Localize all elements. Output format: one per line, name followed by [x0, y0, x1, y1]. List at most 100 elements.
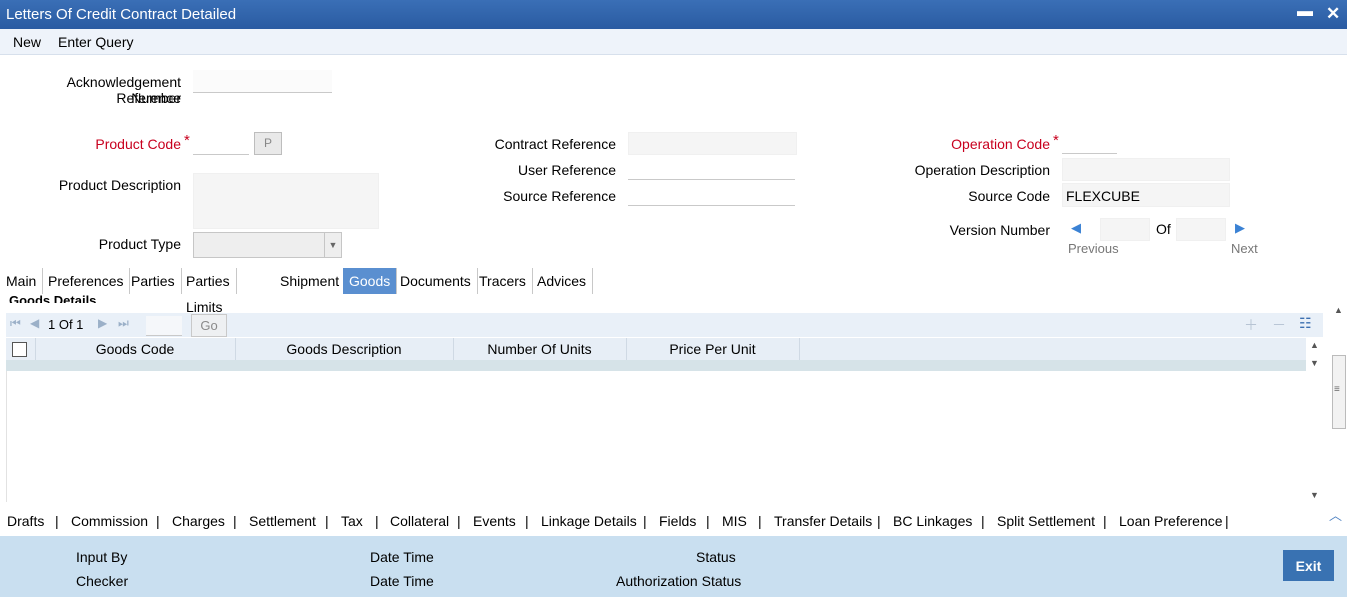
link-bc-linkages[interactable]: BC Linkages	[893, 513, 972, 529]
tab-preferences[interactable]: Preferences	[42, 268, 131, 294]
scroll-down-icon[interactable]: ▼	[1310, 358, 1319, 368]
link-fields[interactable]: Fields	[659, 513, 696, 529]
product-code-label: Product Code	[95, 136, 181, 152]
product-code-lov-button[interactable]: P	[254, 132, 282, 155]
exit-button[interactable]: Exit	[1283, 550, 1334, 581]
go-button[interactable]: Go	[191, 314, 227, 337]
link-settlement[interactable]: Settlement	[249, 513, 316, 529]
bottom-links-bar: Drafts | Commission | Charges | Settleme…	[0, 503, 1347, 536]
contract-reference-input[interactable]	[628, 132, 797, 155]
link-separator: |	[375, 513, 379, 529]
grid-scrollbar[interactable]: ▲ ▼ ▼	[1307, 338, 1323, 503]
tab-shipment[interactable]: Shipment	[274, 268, 347, 294]
operation-code-label: Operation Code	[951, 136, 1050, 152]
date-time-label: Date Time	[370, 549, 434, 565]
toolbar: New Enter Query	[0, 29, 1347, 55]
previous-arrow-icon[interactable]: ◀	[1071, 220, 1081, 236]
tab-advices[interactable]: Advices	[531, 268, 594, 294]
ack-ref-input[interactable]	[193, 70, 332, 93]
link-linkage-details[interactable]: Linkage Details	[541, 513, 637, 529]
link-loan-preference[interactable]: Loan Preference	[1119, 513, 1223, 529]
first-page-icon[interactable]: ⏮	[10, 316, 21, 331]
link-separator: |	[1225, 513, 1229, 529]
link-drafts[interactable]: Drafts	[7, 513, 44, 529]
link-commission[interactable]: Commission	[71, 513, 148, 529]
source-reference-input[interactable]	[628, 184, 795, 206]
link-separator: |	[325, 513, 329, 529]
checker-label: Checker	[76, 573, 129, 589]
add-row-icon[interactable]: ＋	[1244, 315, 1258, 335]
title-bar: Letters Of Credit Contract Detailed ▬ ✕	[0, 0, 1347, 29]
tab-main[interactable]: Main	[0, 268, 44, 294]
product-type-select[interactable]: ▼	[193, 232, 342, 258]
version-of-label: Of	[1156, 221, 1171, 237]
col-goods-description[interactable]: Goods Description	[235, 341, 453, 357]
scroll-up-icon[interactable]: ▲	[1334, 305, 1343, 315]
link-separator: |	[525, 513, 529, 529]
collapse-up-icon[interactable]: ︿	[1329, 505, 1342, 524]
operation-description-label: Operation Description	[914, 162, 1050, 178]
goods-grid-body	[6, 371, 1324, 502]
tab-tracers[interactable]: Tracers	[473, 268, 533, 294]
link-separator: |	[156, 513, 160, 529]
window-title: Letters Of Credit Contract Detailed	[6, 6, 237, 23]
product-description-label: Product Description	[58, 177, 181, 193]
scroll-down-icon[interactable]: ▼	[1310, 490, 1319, 500]
contract-reference-label: Contract Reference	[494, 136, 616, 152]
link-separator: |	[55, 513, 59, 529]
source-code-value: FLEXCUBE	[1066, 188, 1140, 204]
page-scrollbar[interactable]: ▲ ≡	[1329, 303, 1347, 503]
tab-parties-limits[interactable]: Parties Limits	[180, 268, 237, 315]
page-number-input[interactable]	[146, 316, 182, 336]
link-separator: |	[758, 513, 762, 529]
tab-documents[interactable]: Documents	[394, 268, 478, 294]
previous-label[interactable]: Previous	[1068, 241, 1119, 256]
enter-query-button[interactable]: Enter Query	[58, 34, 133, 50]
product-type-label: Product Type	[98, 236, 181, 252]
next-page-icon[interactable]: ▶	[98, 316, 107, 330]
ack-ref-label-line2: Number	[131, 90, 181, 106]
prev-page-icon[interactable]: ◀	[30, 316, 39, 330]
source-code-input[interactable]: FLEXCUBE	[1062, 183, 1230, 207]
link-mis[interactable]: MIS	[722, 513, 747, 529]
version-number-label: Version Number	[949, 222, 1050, 238]
scroll-thumb[interactable]: ≡	[1332, 355, 1346, 429]
link-tax[interactable]: Tax	[341, 513, 363, 529]
last-page-icon[interactable]: ⏭	[118, 316, 129, 331]
next-arrow-icon[interactable]: ▶	[1235, 220, 1245, 236]
close-icon[interactable]: ✕	[1326, 4, 1340, 24]
delete-row-icon[interactable]: －	[1272, 315, 1286, 335]
link-separator: |	[706, 513, 710, 529]
tab-goods[interactable]: Goods	[343, 268, 398, 294]
checker-date-time-label: Date Time	[370, 573, 434, 589]
audit-footer: Input By Checker Date Time Date Time Sta…	[0, 536, 1347, 597]
col-goods-code[interactable]: Goods Code	[35, 341, 235, 357]
product-description-textarea[interactable]	[193, 173, 379, 229]
minimize-icon[interactable]: ▬	[1297, 3, 1313, 21]
link-separator: |	[1103, 513, 1107, 529]
user-reference-input[interactable]	[628, 158, 795, 180]
goods-pager: ⏮ ◀ 1 Of 1 ▶ ⏭ Go ＋ － ☷	[6, 313, 1323, 337]
col-number-of-units[interactable]: Number Of Units	[453, 341, 626, 357]
link-collateral[interactable]: Collateral	[390, 513, 449, 529]
version-number-input[interactable]	[1100, 218, 1150, 241]
link-events[interactable]: Events	[473, 513, 516, 529]
scroll-up-icon[interactable]: ▲	[1310, 340, 1319, 350]
link-separator: |	[643, 513, 647, 529]
operation-description-input[interactable]	[1062, 158, 1230, 181]
table-row[interactable]	[6, 360, 1306, 371]
col-price-per-unit[interactable]: Price Per Unit	[626, 341, 799, 357]
link-charges[interactable]: Charges	[172, 513, 225, 529]
operation-code-input[interactable]	[1062, 132, 1117, 154]
link-transfer-details[interactable]: Transfer Details	[774, 513, 872, 529]
new-button[interactable]: New	[13, 34, 41, 50]
tab-parties[interactable]: Parties	[125, 268, 182, 294]
operation-code-required-mark: *	[1053, 132, 1059, 149]
product-code-input[interactable]	[193, 132, 249, 155]
link-split-settlement[interactable]: Split Settlement	[997, 513, 1095, 529]
single-view-icon[interactable]: ☷	[1299, 315, 1312, 332]
next-label[interactable]: Next	[1231, 241, 1258, 256]
select-all-checkbox[interactable]	[12, 342, 27, 357]
authorization-status-label: Authorization Status	[616, 573, 742, 589]
link-separator: |	[981, 513, 985, 529]
